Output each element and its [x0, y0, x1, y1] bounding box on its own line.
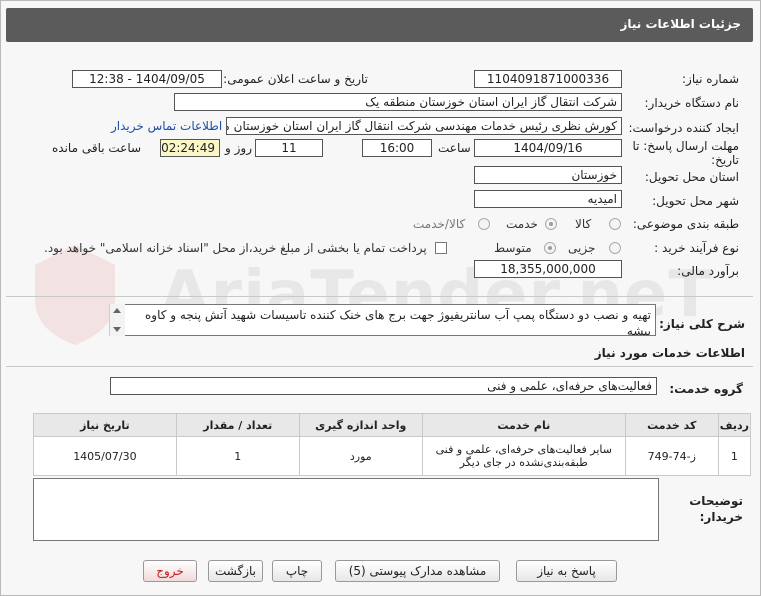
- process-radio-minor[interactable]: [609, 242, 621, 254]
- cell-qty: 1: [175, 436, 300, 476]
- col-header-qty: تعداد / مقدار: [175, 413, 300, 437]
- deadline-label: مهلت ارسال پاسخ: تا: [632, 139, 739, 153]
- summary-textarea[interactable]: تهیه و نصب دو دستگاه پمپ آب سانتریفیوژ ج…: [109, 304, 656, 336]
- watermark-logo-icon: [35, 245, 115, 345]
- category-option-goods-service: کالا/خدمت: [413, 217, 466, 231]
- delivery-province-label: استان محل تحویل:: [644, 170, 739, 184]
- scroll-up-icon[interactable]: [113, 308, 121, 313]
- process-option-minor: جزیی: [568, 241, 596, 255]
- col-header-name: نام خدمت: [421, 413, 626, 437]
- table-row: 1 ز-74-749 سایر فعالیت‌های حرفه‌ای، علمی…: [33, 436, 752, 476]
- title-bar: جزئیات اطلاعات نیاز: [6, 8, 753, 42]
- cell-row: 1: [717, 436, 752, 476]
- col-header-code: کد خدمت: [624, 413, 719, 437]
- treasury-payment-note: پرداخت تمام یا بخشی از مبلغ خرید،از محل …: [44, 241, 427, 255]
- announce-datetime-field: 1404/09/05 - 12:38: [72, 70, 222, 88]
- page-title: جزئیات اطلاعات نیاز: [620, 17, 741, 31]
- deadline-days-label: روز و: [225, 141, 252, 155]
- category-option-goods: کالا: [575, 217, 592, 231]
- cell-unit: مورد: [298, 436, 423, 476]
- process-radio-medium[interactable]: [544, 242, 556, 254]
- buyer-org-label: نام دستگاه خریدار:: [644, 96, 740, 110]
- delivery-city-field: امیدیه: [474, 190, 622, 208]
- deadline-days-field: 11: [255, 139, 323, 157]
- table-header-row: ردیف کد خدمت نام خدمت واحد اندازه گیری ت…: [33, 413, 752, 437]
- deadline-time-field: 16:00: [362, 139, 432, 157]
- category-radio-goods-service[interactable]: [478, 218, 490, 230]
- view-attachments-button[interactable]: مشاهده مدارک پیوستی (5): [335, 560, 500, 582]
- buyer-notes-textarea[interactable]: [33, 478, 659, 541]
- summary-label: شرح کلی نیاز:: [659, 317, 745, 331]
- service-group-label: گروه خدمت:: [669, 382, 743, 396]
- category-option-service: خدمت: [506, 217, 538, 231]
- delivery-city-label: شهر محل تحویل:: [652, 194, 739, 208]
- col-header-row: ردیف: [717, 413, 752, 437]
- cell-code: ز-74-749: [624, 436, 719, 476]
- estimate-field: 18,355,000,000: [474, 260, 622, 278]
- divider: [6, 366, 753, 367]
- buyer-notes-label: توضیحات: [689, 494, 743, 508]
- need-number-field: 1104091871000336: [474, 70, 622, 88]
- announce-datetime-label: تاریخ و ساعت اعلان عمومی:: [223, 72, 368, 86]
- need-number-label: شماره نیاز:: [682, 72, 739, 86]
- exit-button[interactable]: خروج: [143, 560, 197, 582]
- purchase-process-label: نوع فرآیند خرید :: [654, 241, 739, 255]
- col-header-date: تاریخ نیاز: [33, 413, 177, 437]
- deadline-date-field: 1404/09/16: [474, 139, 622, 157]
- service-group-field: فعالیت‌های حرفه‌ای، علمی و فنی: [110, 377, 657, 395]
- col-header-unit: واحد اندازه گیری: [298, 413, 423, 437]
- services-table: ردیف کد خدمت نام خدمت واحد اندازه گیری ت…: [33, 413, 752, 476]
- remaining-time-label: ساعت باقی مانده: [52, 141, 142, 155]
- delivery-province-field: خوزستان: [474, 166, 622, 184]
- estimate-label: برآورد مالی:: [677, 264, 739, 278]
- buyer-org-field: شرکت انتقال گاز ایران استان خوزستان منطق…: [174, 93, 622, 111]
- category-radio-service[interactable]: [545, 218, 557, 230]
- cell-date: 1405/07/30: [33, 436, 177, 476]
- category-label: طبقه بندی موضوعی:: [632, 217, 739, 231]
- print-button[interactable]: چاپ: [272, 560, 322, 582]
- remaining-time-field: 02:24:49: [160, 139, 220, 157]
- services-section-title: اطلاعات خدمات مورد نیاز: [594, 346, 745, 360]
- cell-name: سایر فعالیت‌های حرفه‌ای، علمی و فنی طبقه…: [421, 436, 626, 476]
- divider: [6, 296, 753, 297]
- creator-label: ایجاد کننده درخواست:: [628, 121, 739, 135]
- creator-field: کورش نظری رئیس خدمات مهندسی شرکت انتقال …: [226, 117, 622, 135]
- buyer-notes-label-2: خریدار:: [699, 510, 743, 524]
- back-button[interactable]: بازگشت: [208, 560, 263, 582]
- category-radio-goods[interactable]: [609, 218, 621, 230]
- deadline-label-date: تاریخ:: [711, 153, 739, 167]
- treasury-payment-checkbox[interactable]: [435, 242, 447, 254]
- deadline-time-label: ساعت: [438, 141, 471, 155]
- summary-scrollbar[interactable]: [109, 304, 125, 336]
- reply-button[interactable]: پاسخ به نیاز: [516, 560, 617, 582]
- scroll-down-icon[interactable]: [113, 327, 121, 332]
- buyer-contact-link[interactable]: اطلاعات تماس خریدار: [111, 119, 222, 133]
- process-option-medium: متوسط: [494, 241, 532, 255]
